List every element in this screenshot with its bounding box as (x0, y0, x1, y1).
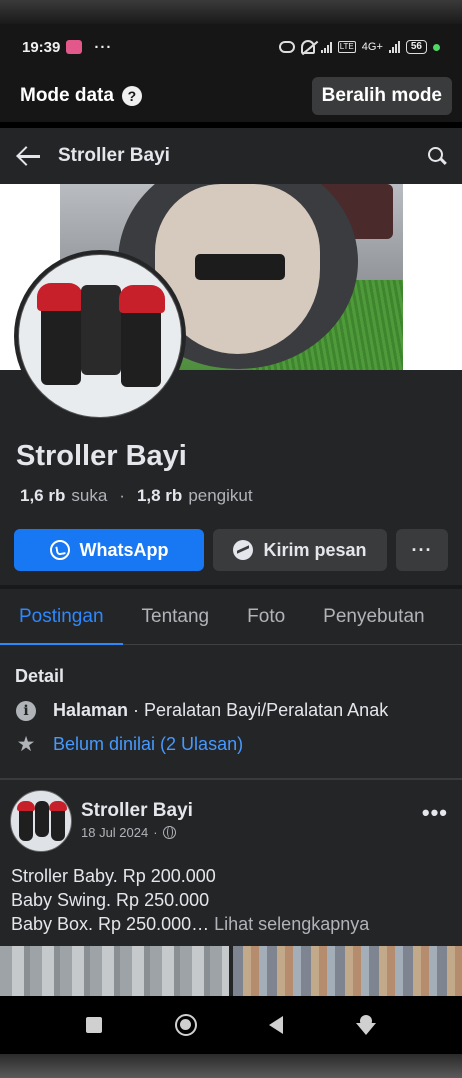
send-message-label: Kirim pesan (263, 539, 367, 560)
data-mode-bar: Mode data ? Beralih mode (0, 70, 462, 122)
top-fade (0, 0, 462, 24)
see-more-link[interactable]: Lihat selengkapnya (214, 914, 369, 934)
tab-photos[interactable]: Foto (228, 589, 304, 645)
tab-about[interactable]: Tentang (123, 589, 229, 645)
signal-strength-icon (388, 41, 400, 53)
volte-icon: LTE (337, 41, 356, 53)
send-message-button[interactable]: Kirim pesan (213, 529, 387, 571)
recents-icon[interactable] (86, 1017, 103, 1033)
post-more-button[interactable]: ••• (422, 800, 448, 826)
home-icon[interactable] (174, 1014, 197, 1036)
whatsapp-button[interactable]: WhatsApp (14, 529, 204, 571)
profile-avatar (18, 254, 182, 418)
post-divider (0, 778, 462, 780)
facebook-page: Stroller Bayi Stroller Bayi 1,6 rb suka … (0, 128, 462, 996)
post-image[interactable] (233, 946, 462, 996)
likes-count: 1,6 rb (20, 486, 66, 505)
status-time: 19:39 (22, 38, 61, 56)
star-icon: ★ (16, 732, 36, 756)
back-arrow-icon[interactable] (16, 146, 40, 166)
messenger-icon (233, 540, 254, 560)
page-navbar: Stroller Bayi (0, 128, 462, 184)
page-tabs: Postingan Tentang Foto Penyebutan (0, 589, 462, 645)
app-notification-icon (66, 40, 83, 54)
navbar-title: Stroller Bayi (58, 145, 170, 166)
detail-heading: Detail (15, 666, 65, 686)
post-line-last: Baby Box. Rp 250.000… Lihat selengkapnya (11, 912, 369, 936)
post-images[interactable] (0, 946, 462, 996)
post-line: Stroller Baby. Rp 200.000 (11, 866, 216, 886)
more-options-button[interactable]: ··· (396, 529, 448, 571)
link-icon (278, 41, 295, 53)
post-meta: 18 Jul 2024 · (81, 825, 176, 840)
battery-icon: 56 (405, 40, 427, 54)
followers-label: pengikut (188, 486, 253, 505)
post-text: Stroller Baby. Rp 200.000 Baby Swing. Rp… (11, 864, 369, 936)
tab-posts[interactable]: Postingan (0, 589, 123, 645)
help-icon[interactable]: ? (121, 86, 142, 106)
search-icon[interactable] (428, 147, 446, 165)
bottom-fade (0, 1054, 462, 1078)
stats-separator: · (119, 486, 125, 505)
status-bar: 19:39 ··· LTE 4G+ 56 (0, 24, 462, 70)
page-stats: 1,6 rb suka · 1,8 rb pengikut (20, 486, 253, 506)
action-buttons: WhatsApp Kirim pesan ··· (14, 529, 448, 571)
post-author-avatar[interactable] (10, 790, 72, 852)
assistant-icon[interactable] (355, 1015, 376, 1035)
post-author-name[interactable]: Stroller Bayi (81, 800, 193, 822)
page-category-row: i Halaman · Peralatan Bayi/Peralatan Ana… (16, 700, 388, 721)
meta-separator: · (153, 825, 158, 840)
globe-icon (162, 826, 176, 839)
category-text: · Peralatan Bayi/Peralatan Anak (128, 700, 389, 720)
whatsapp-label: WhatsApp (79, 539, 169, 560)
system-nav-bar (0, 996, 462, 1054)
rating-link[interactable]: Belum dinilai (2 Ulasan) (53, 734, 243, 755)
likes-label: suka (71, 486, 108, 505)
post-line: Baby Box. Rp 250.000… (11, 914, 210, 934)
post-date[interactable]: 18 Jul 2024 (81, 825, 148, 840)
status-icons: LTE 4G+ 56 (278, 40, 440, 54)
category-prefix: Halaman (53, 700, 129, 720)
signal-icon (320, 41, 332, 53)
post-line: Baby Swing. Rp 250.000 (11, 890, 210, 910)
page-title: Stroller Bayi (16, 440, 187, 472)
network-type: 4G+ (361, 41, 383, 53)
switch-mode-button[interactable]: Beralih mode (311, 77, 452, 115)
whatsapp-icon (49, 540, 70, 560)
mute-icon (300, 40, 315, 54)
followers-count: 1,8 rb (136, 486, 183, 505)
privacy-dot-icon (433, 43, 440, 51)
more-notifications-icon: ··· (94, 38, 113, 56)
post-image[interactable] (0, 946, 229, 996)
info-icon: i (16, 700, 36, 721)
back-icon[interactable] (269, 1016, 284, 1034)
rating-row[interactable]: ★ Belum dinilai (2 Ulasan) (16, 732, 244, 756)
profile-picture[interactable] (14, 250, 186, 422)
tab-mentions[interactable]: Penyebutan (304, 589, 443, 645)
data-mode-label: Mode data (20, 85, 114, 106)
